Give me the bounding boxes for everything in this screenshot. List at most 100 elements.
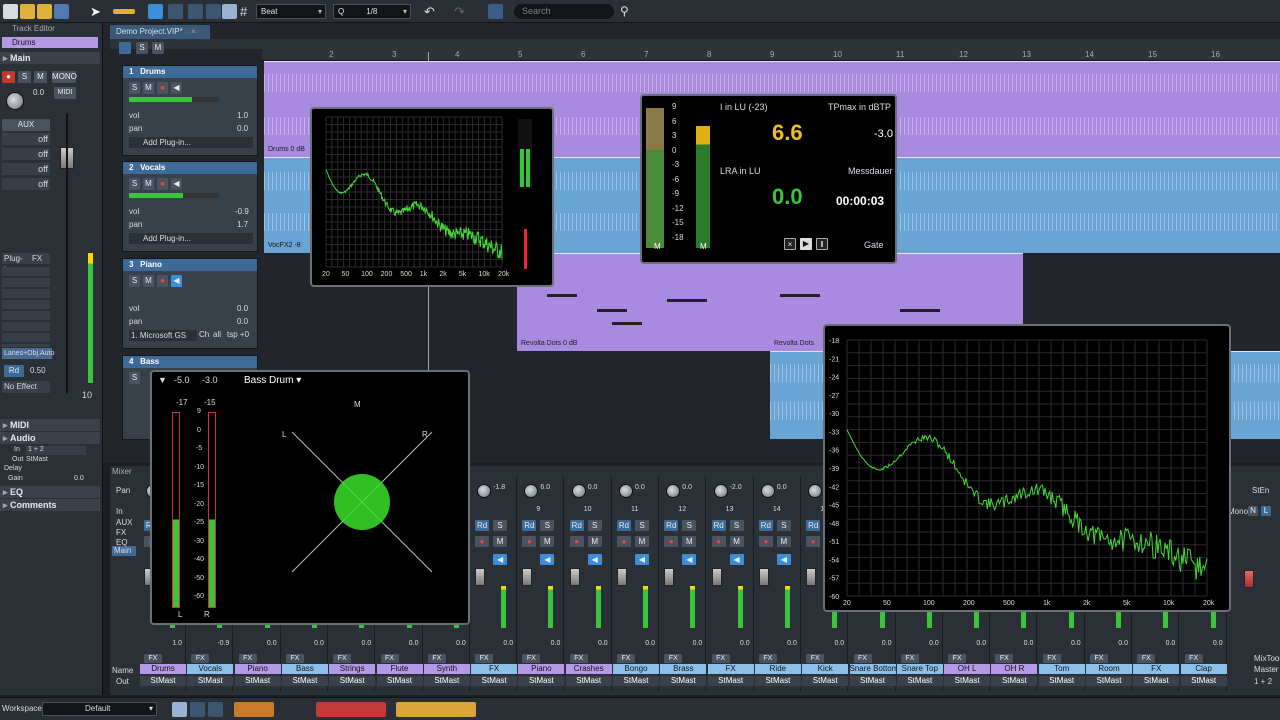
fx-button[interactable]: FX xyxy=(475,654,494,663)
play-button[interactable]: ▶ xyxy=(800,238,812,250)
channel-name[interactable]: FX xyxy=(1133,664,1180,674)
layout-icon[interactable] xyxy=(172,702,187,717)
monitor-icon[interactable]: ◀ xyxy=(493,554,508,565)
channel-output[interactable]: StMast xyxy=(944,676,991,686)
read-button[interactable]: Rd xyxy=(569,520,584,531)
track-select-dropdown[interactable]: Drums xyxy=(2,37,98,48)
track-record-button[interactable]: ● xyxy=(157,178,168,190)
track-monitor-icon[interactable]: ◀ xyxy=(171,82,182,94)
channel-output[interactable]: StMast xyxy=(1133,676,1180,686)
channel-fader[interactable] xyxy=(711,568,722,586)
solo-button[interactable]: S xyxy=(540,520,555,531)
track-header-drums[interactable]: 1 Drums S M ● ◀ vol 1.0 pan 0.0 Add Plug… xyxy=(122,65,258,156)
read-button[interactable]: Rd xyxy=(664,520,679,531)
mute-button[interactable]: M xyxy=(776,536,791,547)
channel-name[interactable]: FX xyxy=(471,664,518,674)
channel-name[interactable]: OH R xyxy=(991,664,1038,674)
track-monitor-icon[interactable]: ◀ xyxy=(171,275,182,287)
reset-button[interactable]: × xyxy=(784,238,796,250)
open-folder-icon[interactable] xyxy=(20,4,35,19)
fx-button[interactable]: FX xyxy=(948,654,967,663)
channel-name[interactable]: Snare Top xyxy=(896,664,943,674)
draw-tool-icon[interactable] xyxy=(113,9,135,14)
channel-name[interactable]: Snare Bottom xyxy=(849,664,896,674)
aux-button[interactable]: AUX xyxy=(2,119,50,131)
channel-name[interactable]: Clap xyxy=(1180,664,1227,674)
loudness-meter[interactable]: 9 6 3 0 -3 -6 -9 -12 -15 -18 M M I in LU (-23) 6.… xyxy=(640,94,897,264)
master-mono-label[interactable]: Mono xyxy=(1228,507,1248,516)
record-mode-icons[interactable] xyxy=(316,702,386,717)
transpose-value[interactable]: tsp +0 xyxy=(227,330,249,339)
zoom-icons[interactable] xyxy=(396,702,476,717)
channel-name[interactable]: Vocals xyxy=(187,664,234,674)
channel-name[interactable]: Room xyxy=(1086,664,1132,674)
channel-name[interactable]: FX xyxy=(707,664,754,674)
channel-output[interactable]: StMast xyxy=(802,676,849,686)
read-button[interactable]: Rd xyxy=(617,520,631,531)
channel-output[interactable]: StMast xyxy=(281,676,328,686)
mute-button[interactable]: M xyxy=(635,536,649,547)
channel-value[interactable]: all xyxy=(213,330,221,339)
channel-name[interactable]: Piano xyxy=(234,664,281,674)
aux-send-3[interactable]: off xyxy=(2,163,50,175)
fx-button[interactable]: FX xyxy=(900,654,919,663)
record-button[interactable]: ● xyxy=(617,536,631,547)
pan-knob[interactable] xyxy=(571,484,586,498)
pan-knob[interactable] xyxy=(6,92,24,110)
track-header-piano[interactable]: 3 Piano S M ● ◀ vol 0.0 pan 0.0 1. Micro… xyxy=(122,258,258,349)
track-record-button[interactable]: ● xyxy=(157,82,168,94)
record-button[interactable]: ● xyxy=(664,536,679,547)
channel-output[interactable]: StMast xyxy=(707,676,754,686)
fx-button[interactable]: FX xyxy=(758,654,777,663)
goniometer-plugin[interactable]: ▼ -5.0 -3.0 Bass Drum ▾ -17 -15 9 0 -5 -10 -… xyxy=(150,370,470,625)
channel-output[interactable]: StMast xyxy=(1038,676,1085,686)
pause-button[interactable]: ‖ xyxy=(816,238,828,250)
channel-output[interactable]: StMast xyxy=(187,676,234,686)
master-l-button[interactable]: L xyxy=(1261,506,1271,516)
global-mute-button[interactable]: M xyxy=(152,42,164,54)
fx-button[interactable]: FX xyxy=(427,654,446,663)
mixtool-label[interactable]: MixTool xyxy=(1254,654,1280,663)
solo-button[interactable]: S xyxy=(18,71,31,83)
mute-button[interactable]: M xyxy=(34,71,47,83)
channel-output[interactable]: StMast xyxy=(140,676,186,686)
channel-output[interactable]: StMast xyxy=(329,676,376,686)
fx-button[interactable]: FX xyxy=(806,654,825,663)
channel-name[interactable]: Flute xyxy=(376,664,423,674)
snap-select[interactable]: Beat xyxy=(256,4,326,19)
monitor-icon[interactable]: ◀ xyxy=(635,554,649,565)
channel-output[interactable]: StMast xyxy=(1086,676,1132,686)
channel-fader[interactable] xyxy=(664,568,675,586)
no-effect-slot[interactable]: No Effect xyxy=(2,381,50,393)
channel-fader[interactable] xyxy=(806,568,817,586)
fx-button[interactable]: FX xyxy=(32,253,50,264)
mute-button[interactable]: M xyxy=(587,536,602,547)
audio-in-select[interactable]: 1 + 2 xyxy=(26,446,86,455)
new-file-icon[interactable] xyxy=(3,4,18,19)
layout-split-icon[interactable] xyxy=(190,702,205,717)
channel-name[interactable]: Piano xyxy=(518,664,565,674)
add-plugin-slot[interactable]: Add Plug-in... xyxy=(129,137,253,148)
instrument-slot[interactable]: 1. Microsoft GS xyxy=(129,330,197,341)
align-left-icon[interactable] xyxy=(188,4,203,19)
channel-fader[interactable] xyxy=(617,568,627,586)
fx-button[interactable]: FX xyxy=(238,654,257,663)
aux-send-1[interactable]: off xyxy=(2,133,50,145)
track-solo-button[interactable]: S xyxy=(129,372,140,384)
track-monitor-icon[interactable]: ◀ xyxy=(171,178,182,190)
record-button[interactable]: ● xyxy=(522,536,537,547)
monitor-icon[interactable]: ◀ xyxy=(540,554,555,565)
snap-grid-icon[interactable]: # xyxy=(240,4,255,19)
solo-button[interactable]: S xyxy=(682,520,697,531)
master-fader[interactable] xyxy=(1244,570,1254,588)
spectrum-analyzer-large[interactable]: 20 50 100 200 500 1k 2k 5k 10k 20k -18 -21 -24 -27 -3… xyxy=(823,324,1231,612)
fx-button[interactable]: FX xyxy=(1137,654,1156,663)
mute-button[interactable]: M xyxy=(729,536,744,547)
save-icon[interactable] xyxy=(54,4,69,19)
fx-button[interactable]: FX xyxy=(853,654,872,663)
track-mute-button[interactable]: M xyxy=(143,275,154,287)
channel-name[interactable]: Kick xyxy=(802,664,849,674)
section-midi[interactable]: MIDI xyxy=(0,419,100,431)
read-button[interactable]: Rd xyxy=(475,520,490,531)
channel-name[interactable]: Drums xyxy=(140,664,186,674)
